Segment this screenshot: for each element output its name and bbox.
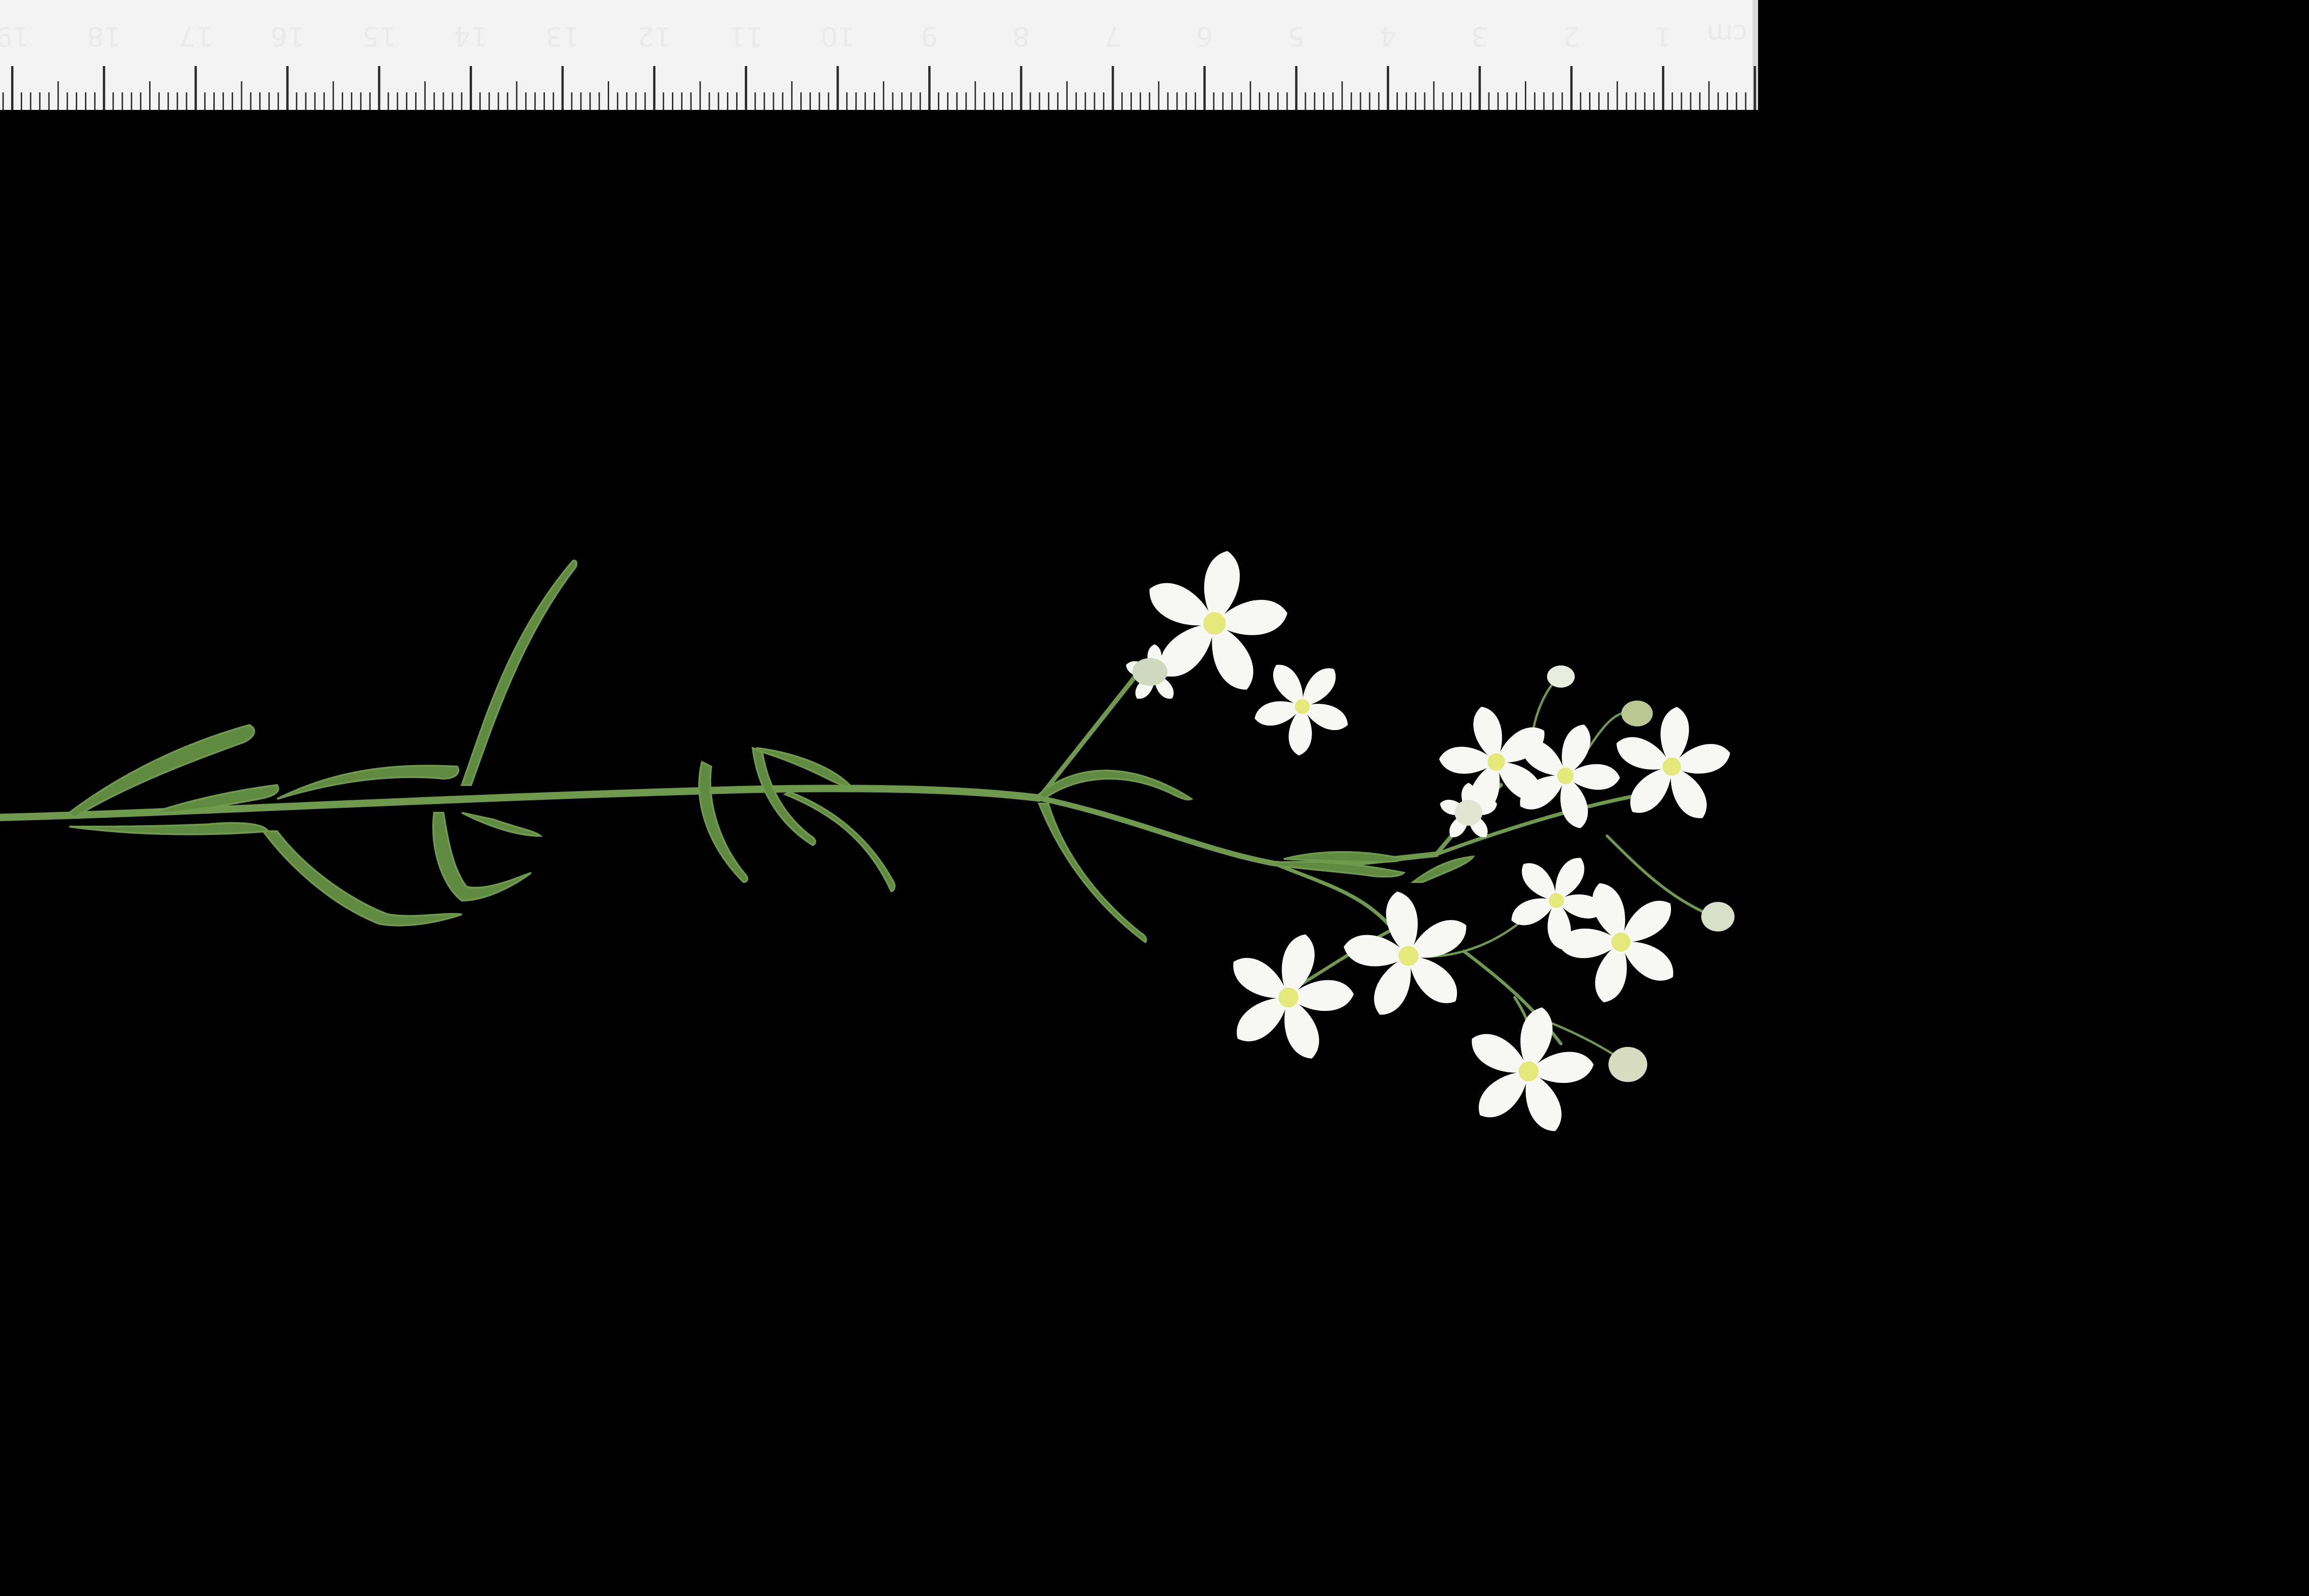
bud-left-top <box>1132 658 1167 686</box>
ruler-number-text: 7 <box>1104 21 1121 52</box>
ruler-body <box>0 0 1757 110</box>
bud-mid-cluster <box>1455 800 1482 826</box>
bud-top <box>1547 665 1575 688</box>
ruler-number-text: 12 <box>637 21 671 52</box>
ruler-number-text: 3 <box>1471 21 1488 52</box>
ruler-number-text: 14 <box>454 21 488 52</box>
ruler-number: 15 <box>362 21 396 52</box>
ruler-number-text: 6 <box>1196 21 1213 52</box>
ruler-number: 18 <box>87 21 121 52</box>
ruler-number: 13 <box>545 21 580 52</box>
ruler-number-text: 10 <box>821 21 855 52</box>
bud-top-right <box>1621 701 1653 726</box>
ruler-number: 4 <box>1379 21 1396 52</box>
ruler-number-text: 16 <box>270 21 304 52</box>
ruler: 12345678910111213141516171819 cm <box>0 0 1758 110</box>
bud-right <box>1701 902 1735 931</box>
ruler-number-text: 8 <box>1013 21 1030 52</box>
ruler-number: 14 <box>454 21 488 52</box>
ruler-number: 19 <box>0 21 30 52</box>
ruler-number-text: 15 <box>362 21 396 52</box>
ruler-number: 16 <box>270 21 304 52</box>
ruler-unit-label: cm <box>1707 18 1747 50</box>
ruler-number: 17 <box>179 21 213 52</box>
ruler-number: 5 <box>1288 21 1305 52</box>
ruler-number-text: 11 <box>729 21 763 52</box>
black-background <box>0 0 2309 1596</box>
ruler-number: 3 <box>1471 21 1488 52</box>
ruler-number-text: 4 <box>1379 21 1396 52</box>
ruler-number-text: 19 <box>0 21 30 52</box>
photo-scene: 12345678910111213141516171819 cm <box>0 0 2309 1596</box>
ruler-number: 6 <box>1196 21 1213 52</box>
ruler-number-text: 17 <box>179 21 213 52</box>
bud-bottom <box>1608 1047 1647 1082</box>
ruler-number-text: 1 <box>1655 21 1672 52</box>
ruler-number: 9 <box>921 21 938 52</box>
ruler-number: 1 <box>1655 21 1672 52</box>
ruler-unit-text: cm <box>1707 18 1747 50</box>
ruler-number: 11 <box>729 21 763 52</box>
ruler-number: 8 <box>1013 21 1030 52</box>
ruler-number: 2 <box>1563 21 1580 52</box>
ruler-number: 12 <box>637 21 671 52</box>
ruler-number-text: 2 <box>1563 21 1580 52</box>
ruler-number-text: 18 <box>87 21 121 52</box>
ruler-number: 7 <box>1104 21 1121 52</box>
ruler-number-text: 9 <box>921 21 938 52</box>
ruler-number: 10 <box>821 21 855 52</box>
ruler-number-text: 13 <box>545 21 580 52</box>
ruler-number-text: 5 <box>1288 21 1305 52</box>
